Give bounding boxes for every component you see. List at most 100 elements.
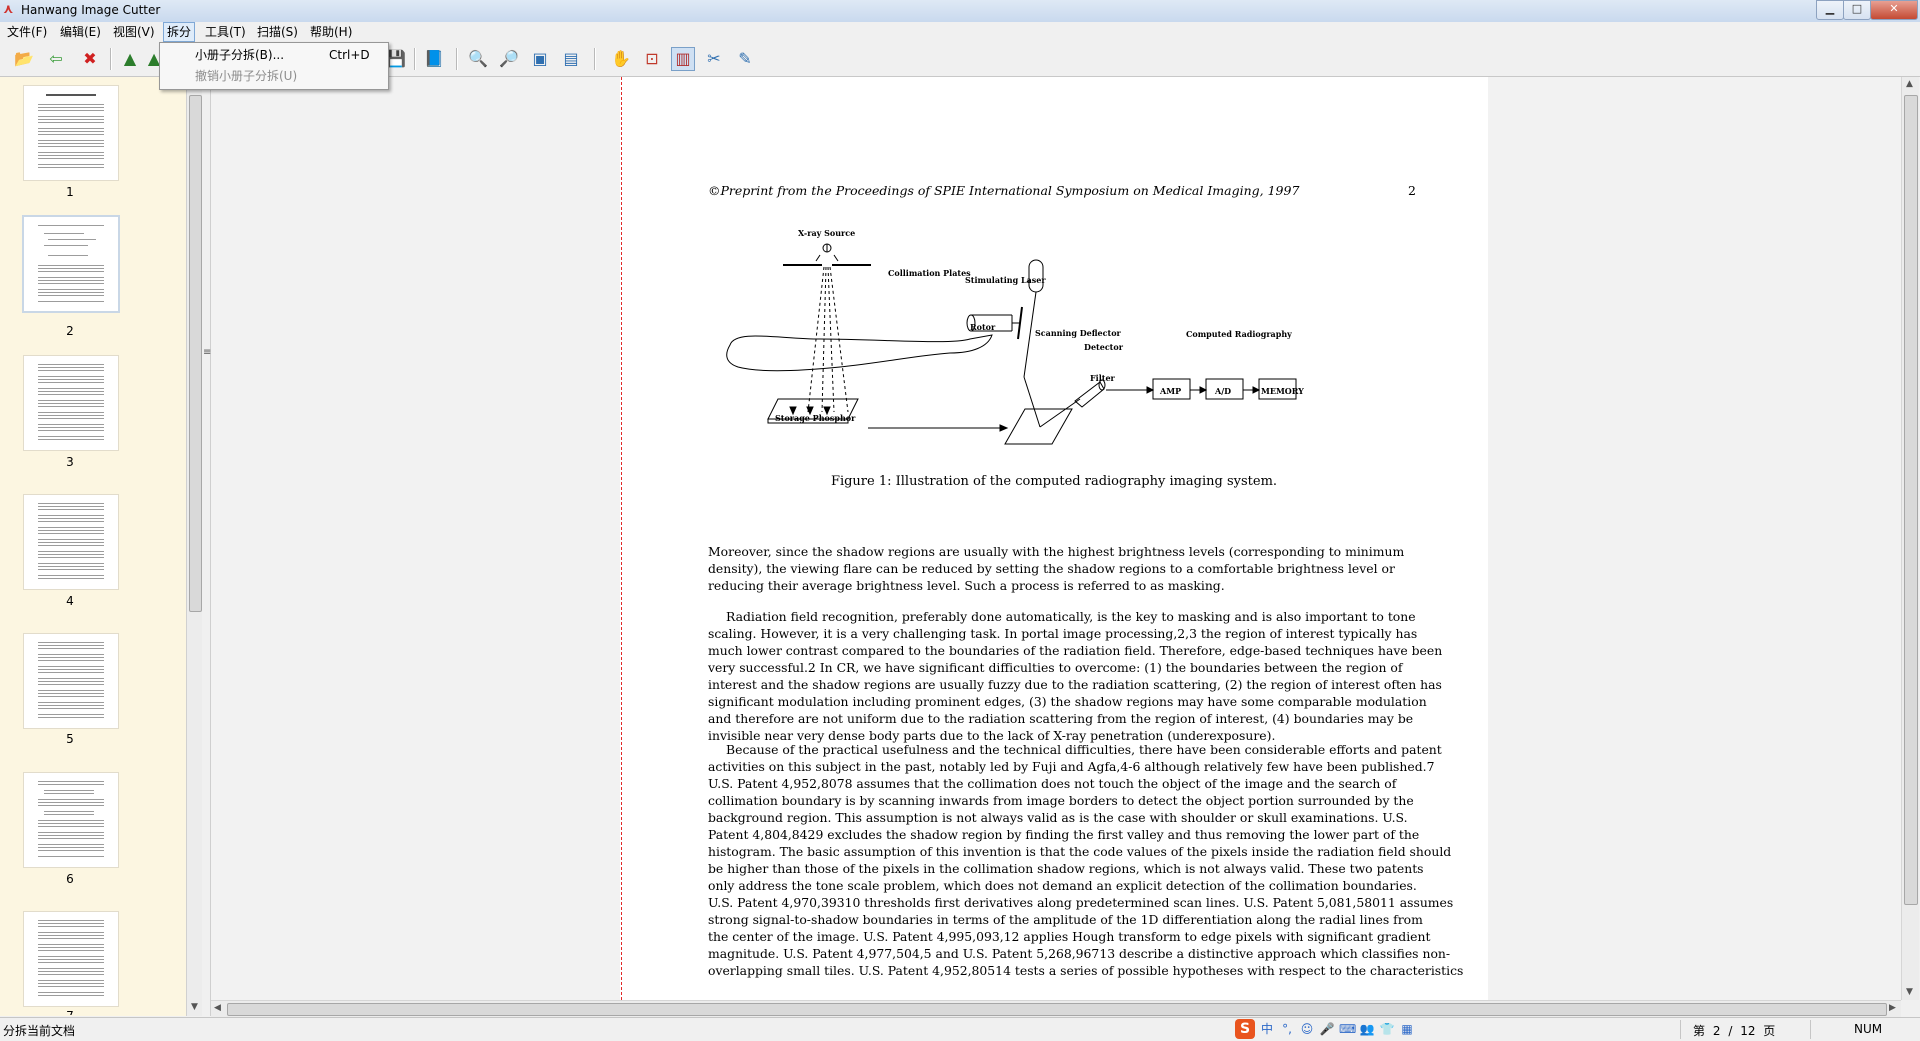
figure-1: X-ray Source Collimation Plates Stimulat… xyxy=(620,77,1488,497)
zoom-in-icon: 🔍 xyxy=(468,49,488,68)
text-line: the center of the image. U.S. Patent 4,9… xyxy=(708,929,1431,944)
scroll-down-icon[interactable]: ▼ xyxy=(1906,987,1913,997)
select-icon: ⊡ xyxy=(645,49,659,68)
thumbnail-number: 7 xyxy=(60,1009,80,1015)
document-view[interactable]: ©Preprint from the Proceedings of SPIE I… xyxy=(211,77,1901,1000)
pen-icon: ✎ xyxy=(738,49,752,68)
thumbnail-page-7[interactable] xyxy=(23,911,119,1007)
menu-bar: 文件(F) 编辑(E) 视图(V) 拆分 工具(T) 扫描(S) 帮助(H) xyxy=(0,22,1920,42)
zoom-in-button[interactable]: 🔍 xyxy=(466,47,490,71)
thumbnail-page-2[interactable] xyxy=(22,215,120,313)
zoom-out-button[interactable]: 🔎 xyxy=(497,47,521,71)
menu-scan[interactable]: 扫描(S) xyxy=(254,23,301,41)
fit-page-icon: ▣ xyxy=(532,49,548,68)
scissors-button[interactable]: ✂ xyxy=(702,47,726,71)
text-line: activities on this subject in the past, … xyxy=(708,759,1435,774)
page-label: 第 xyxy=(1693,1024,1706,1038)
paragraph-3: Because of the practical usefulness and … xyxy=(708,741,1463,979)
thumbnail-scroll-thumb[interactable] xyxy=(189,95,202,612)
maximize-button[interactable]: □ xyxy=(1843,0,1871,20)
thumbnail-page-4[interactable] xyxy=(23,494,119,590)
microphone-icon[interactable]: 🎤 xyxy=(1319,1022,1335,1036)
ime-language-toggle[interactable]: 中 xyxy=(1259,1020,1275,1037)
app-logo-icon: ⋏ xyxy=(3,2,14,17)
text-line: Radiation field recognition, preferably … xyxy=(726,609,1416,624)
window-title: Hanwang Image Cutter xyxy=(21,3,161,17)
thumbnail-page-1[interactable] xyxy=(23,85,119,181)
figure-caption: Figure 1: Illustration of the computed r… xyxy=(830,474,1278,489)
label-filter: Filter xyxy=(1090,373,1115,383)
sogou-logo-icon[interactable]: S xyxy=(1235,1018,1255,1039)
split-view-button[interactable]: ▥ xyxy=(671,47,695,71)
status-separator xyxy=(1680,1020,1681,1039)
menu-split[interactable]: 拆分 xyxy=(163,22,196,42)
scroll-right-icon[interactable]: ▶ xyxy=(1889,1003,1896,1013)
save-icon: 💾 xyxy=(386,49,406,68)
fit-width-button[interactable]: ▤ xyxy=(559,47,583,71)
menu-item-booklet-split[interactable]: 小册子分拆(B)... Ctrl+D xyxy=(161,45,387,65)
back-button[interactable]: ⇦ xyxy=(44,47,68,71)
vertical-scrollbar[interactable]: ▲ ▼ xyxy=(1901,77,1919,1000)
text-line: collimation boundary is by scanning inwa… xyxy=(708,793,1414,808)
horizontal-scroll-thumb[interactable] xyxy=(227,1003,1887,1016)
emoji-icon[interactable]: ☺ xyxy=(1299,1022,1315,1036)
book-button[interactable]: 📘 xyxy=(422,47,446,71)
user-icon[interactable]: 👥 xyxy=(1359,1022,1375,1036)
document-page: ©Preprint from the Proceedings of SPIE I… xyxy=(620,77,1488,1000)
horizontal-scrollbar[interactable]: ◀ ▶ xyxy=(211,1000,1901,1017)
menu-view[interactable]: 视图(V) xyxy=(110,23,158,41)
thumbnail-number: 5 xyxy=(66,732,74,746)
delete-icon: ✖ xyxy=(83,49,97,68)
thumbnail-page-6[interactable] xyxy=(23,772,119,868)
menu-tools[interactable]: 工具(T) xyxy=(202,23,249,41)
select-button[interactable]: ⊡ xyxy=(640,47,664,71)
shirt-icon[interactable]: 👕 xyxy=(1379,1022,1395,1036)
open-button[interactable]: 📂 xyxy=(12,47,36,71)
scroll-down-icon[interactable]: ▼ xyxy=(191,1002,198,1012)
status-bar: 分拆当前文档 第 2 / 12 页 NUM xyxy=(0,1017,1920,1041)
scroll-left-icon[interactable]: ◀ xyxy=(214,1003,221,1013)
text-line: Because of the practical usefulness and … xyxy=(726,742,1442,757)
pane-splitter[interactable]: ≡ xyxy=(202,77,211,1016)
menu-file[interactable]: 文件(F) xyxy=(4,23,50,41)
minimize-icon: ▁ xyxy=(1825,2,1835,15)
current-page: 2 xyxy=(1712,1024,1721,1038)
page-suffix: 页 xyxy=(1763,1024,1776,1038)
thumbnail-pane: 1 2 3 4 5 6 xyxy=(0,77,188,1016)
ime-punctuation-toggle[interactable]: °, xyxy=(1279,1022,1295,1036)
text-line: Moreover, since the shadow regions are u… xyxy=(708,544,1405,559)
menu-edit[interactable]: 编辑(E) xyxy=(57,23,104,41)
open-icon: 📂 xyxy=(14,49,34,68)
hand-button[interactable]: ✋ xyxy=(609,47,633,71)
text-line: density), the viewing flare can be reduc… xyxy=(708,561,1395,576)
menu-help[interactable]: 帮助(H) xyxy=(307,23,355,41)
close-button[interactable]: ✕ xyxy=(1870,0,1918,20)
delete-button[interactable]: ✖ xyxy=(78,47,102,71)
scroll-up-icon[interactable]: ▲ xyxy=(1906,79,1913,89)
ime-toolbar: S 中 °, ☺ 🎤 ⌨ 👥 👕 ▦ xyxy=(1235,1017,1433,1040)
fit-page-button[interactable]: ▣ xyxy=(528,47,552,71)
grid-icon[interactable]: ▦ xyxy=(1399,1022,1415,1036)
thumbnail-number: 6 xyxy=(66,872,74,886)
keyboard-icon[interactable]: ⌨ xyxy=(1339,1022,1356,1036)
toolbar-separator xyxy=(414,48,416,70)
split-cut-line[interactable] xyxy=(621,77,622,1000)
label-xray-source: X-ray Source xyxy=(798,228,856,238)
label-computed-radiography: Computed Radiography xyxy=(1186,329,1292,339)
pen-button[interactable]: ✎ xyxy=(733,47,757,71)
thumbnail-page-5[interactable] xyxy=(23,633,119,729)
label-detector: Detector xyxy=(1084,342,1123,352)
label-stimulating-laser: Stimulating Laser xyxy=(965,275,1046,285)
toolbar-separator xyxy=(456,48,458,70)
text-line: U.S. Patent 4,952,8078 assumes that the … xyxy=(708,776,1397,791)
rotate-left-button[interactable]: ▲ xyxy=(118,47,142,71)
toolbar-separator xyxy=(594,48,596,70)
vertical-scroll-thumb[interactable] xyxy=(1904,95,1918,905)
maximize-icon: □ xyxy=(1851,2,1863,15)
thumbnail-scrollbar[interactable]: ▲ ▼ xyxy=(186,77,203,1016)
thumbnail-page-3[interactable] xyxy=(23,355,119,451)
minimize-button[interactable]: ▁ xyxy=(1816,0,1844,20)
menu-item-shortcut: Ctrl+D xyxy=(329,48,370,62)
text-line: very successful.2 In CR, we have signifi… xyxy=(708,660,1403,675)
figure-drawing xyxy=(726,243,1297,445)
